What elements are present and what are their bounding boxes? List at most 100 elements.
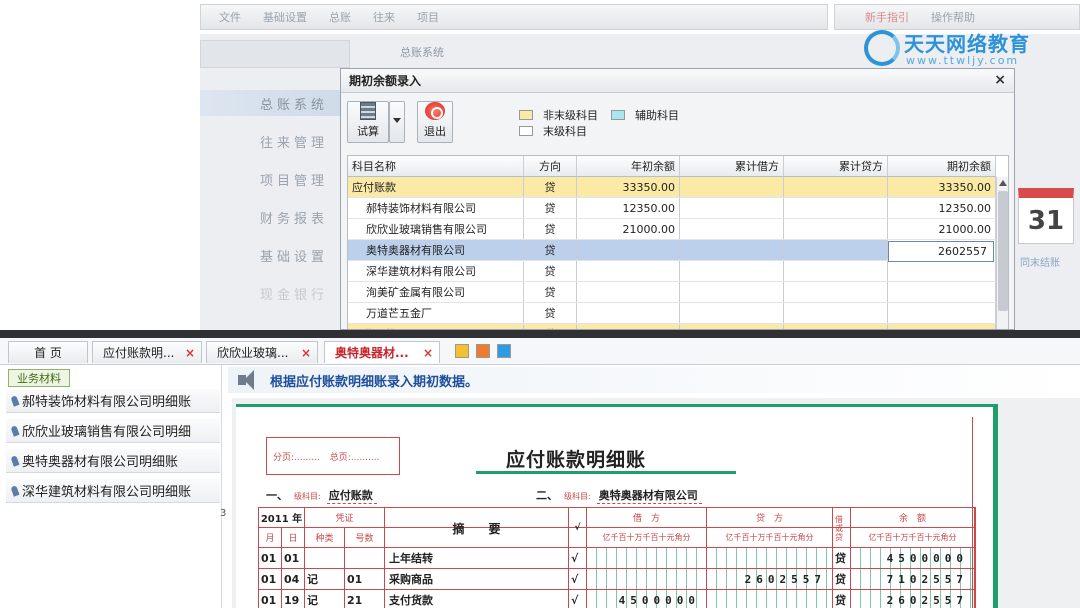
nav-project[interactable]: 项目管理 [200,166,340,192]
grid-cell-debit[interactable] [680,240,784,260]
sidebar-item-shenhua[interactable]: 深华建筑材料有限公司明细账 [6,479,220,503]
scroll-up-icon[interactable] [999,180,1007,186]
grid-cell-dir[interactable]: 贷 [524,261,577,281]
menu-basic-settings[interactable]: 基础设置 [263,9,307,25]
grid-cell-opening[interactable] [888,303,996,323]
nav-accounts[interactable]: 往来管理 [200,128,340,154]
grid-row[interactable]: 应付账款贷 33350.00 33350.00 [348,177,996,198]
grid-cell-credit[interactable] [784,198,888,218]
grid-cell-name[interactable]: 奥特奥器材有限公司 [348,240,524,260]
grid-cell-begin[interactable] [577,282,680,302]
grid-cell-opening[interactable]: 12350.00 [888,198,996,218]
close-icon[interactable]: × [185,346,195,360]
grid-cell-name[interactable]: 深华建筑材料有限公司 [348,261,524,281]
head-credit-digits: 亿千百十万千百十元角分 [707,528,833,547]
scroll-thumb[interactable] [998,191,1008,311]
grid-cell-debit[interactable] [680,198,784,218]
col-cum-credit[interactable]: 累计贷方 [784,156,888,176]
opening-balance-input[interactable]: 2602557 [888,241,994,262]
minimize-icon[interactable] [455,344,469,358]
grid-cell-debit[interactable] [680,303,784,323]
grid-cell-credit[interactable] [784,219,888,239]
col-year-begin[interactable]: 年初余额 [577,156,680,176]
close-icon[interactable]: × [301,346,311,360]
grid-cell-begin[interactable]: 33350.00 [577,177,680,197]
sidebar-item-xinxin[interactable]: 欣欣业玻璃销售有限公司明细 [6,419,220,443]
nav-general-ledger[interactable]: 总账系统 [200,90,340,116]
grid-cell-opening[interactable] [888,282,996,302]
ledger-second-level-account: 二、 级科目: 奥特奥器材有限公司 [536,487,702,504]
menu-general-ledger[interactable]: 总账 [329,9,351,25]
grid-cell-dir[interactable]: 贷 [524,282,577,302]
tab-xinxin-glass[interactable]: 欣欣业玻璃... × [206,341,318,363]
grid-cell-opening[interactable]: 33350.00 [888,177,996,197]
grid-cell-dir[interactable]: 贷 [524,177,577,197]
grid-cell-credit[interactable] [784,261,888,281]
nav-basic-settings[interactable]: 基础设置 [200,242,340,268]
sidebar-item-label: 欣欣业玻璃销售有限公司明细 [22,425,192,440]
nav-reports[interactable]: 财务报表 [200,204,340,230]
grid-cell-begin[interactable] [577,303,680,323]
dialog-title: 期初余额录入 [349,74,422,88]
tab-aote-equipment[interactable]: 奥特奥器材... × [324,341,440,363]
trial-balance-button[interactable]: 试算 [347,101,389,143]
grid-cell-debit[interactable] [680,261,784,281]
grid-cell-dir[interactable]: 贷 [524,219,577,239]
speaker-icon [236,370,260,390]
grid-row[interactable]: 洵美矿金属有限公司贷 [348,282,996,303]
restore-icon[interactable] [476,344,490,358]
grid-cell-begin[interactable]: 12350.00 [577,198,680,218]
grid-cell-dir[interactable]: 贷 [524,198,577,218]
maximize-icon[interactable] [497,344,511,358]
grid-cell-dir[interactable]: 贷 [524,303,577,323]
tab-home[interactable]: 首 页 [8,341,88,363]
close-icon[interactable]: × [994,72,1006,88]
tab-home-label: 首 页 [34,346,62,360]
col-direction[interactable]: 方向 [524,156,577,176]
sidebar-item-haote[interactable]: 郝特装饰材料有限公司明细账 [6,389,220,413]
grid-cell-opening[interactable] [888,261,996,281]
col-opening[interactable]: 期初余额 [888,156,996,176]
nav-cash-bank[interactable]: 现金银行 [200,280,340,306]
grid-cell-opening[interactable]: 21000.00 [888,219,996,239]
menu-file[interactable]: 文件 [219,9,241,25]
menu-project[interactable]: 项目 [417,9,439,25]
menu-accounts[interactable]: 往来 [373,9,395,25]
close-icon[interactable]: × [423,346,433,360]
grid-cell-dir[interactable]: 贷 [524,240,577,260]
grid-cell-begin[interactable]: 21000.00 [577,219,680,239]
grid-cell-name[interactable]: 郝特装饰材料有限公司 [348,198,524,218]
trial-balance-dropdown[interactable] [389,101,405,143]
ledger-table: 2011 年 凭证 摘 要 √ 借 方 贷 方 借或贷 余 额 月 日 种类 号… [258,507,976,608]
ledger-sheet: 分页:......... 总页:.......... 应付账款明细账 一、 级科… [236,404,998,608]
sidebar-item-aote[interactable]: 奥特奥器材有限公司明细账 [6,449,220,473]
grid-cell-credit[interactable] [784,240,888,260]
grid-cell-name[interactable]: 应付账款 [348,177,524,197]
beginner-guide-link[interactable]: 新手指引 [865,9,909,25]
col-account-name[interactable]: 科目名称 [348,156,524,176]
tab-payables-ledger[interactable]: 应付账款明... × [92,341,202,363]
grid-row[interactable]: 郝特装饰材料有限公司贷 12350.00 12350.00 [348,198,996,219]
grid-cell-name[interactable]: 欣欣业玻璃销售有限公司 [348,219,524,239]
col-cum-debit[interactable]: 累计借方 [680,156,784,176]
grid-cell-name[interactable]: 万道芒五金厂 [348,303,524,323]
grid-cell-debit[interactable] [680,177,784,197]
grid-cell-begin[interactable] [577,261,680,281]
grid-scrollbar[interactable] [996,177,1008,329]
head-day: 日 [282,528,305,547]
grid-row[interactable]: 深华建筑材料有限公司贷 [348,261,996,282]
grid-row[interactable]: 万道芒五金厂贷 [348,303,996,324]
exit-button[interactable]: 退出 [417,101,453,143]
business-material-tab[interactable]: 业务材料 [8,369,70,387]
calendar-icon[interactable]: 31 [1018,188,1074,244]
grid-cell-debit[interactable] [680,282,784,302]
help-link[interactable]: 操作帮助 [931,9,975,25]
grid-cell-credit[interactable] [784,177,888,197]
grid-cell-name[interactable]: 洵美矿金属有限公司 [348,282,524,302]
grid-row[interactable]: 欣欣业玻璃销售有限公司贷 21000.00 21000.00 [348,219,996,240]
grid-cell-credit[interactable] [784,303,888,323]
ledger-cell-m: 01 [259,548,282,568]
grid-cell-begin[interactable] [577,240,680,260]
grid-cell-credit[interactable] [784,282,888,302]
grid-cell-debit[interactable] [680,219,784,239]
